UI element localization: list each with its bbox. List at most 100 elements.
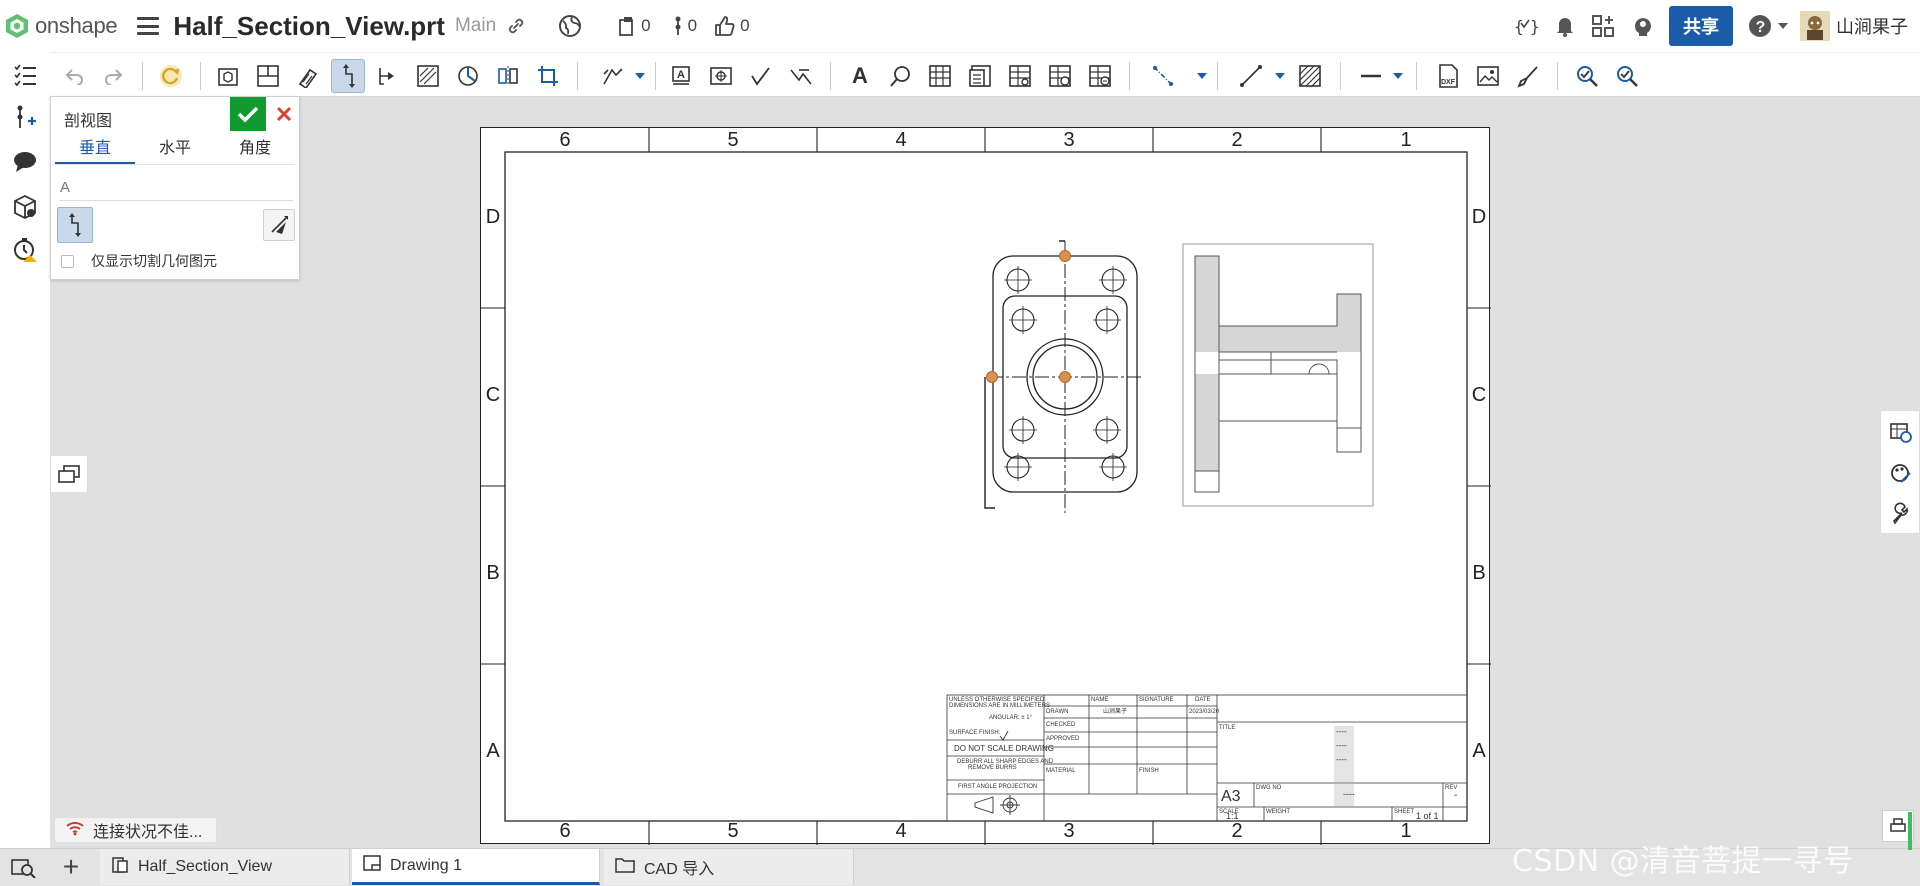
appearance-icon[interactable] [1887, 459, 1915, 487]
hole-table-icon[interactable] [1003, 59, 1037, 93]
tab-label: CAD 导入 [644, 861, 715, 878]
sketch-line-icon[interactable] [1234, 59, 1268, 93]
drawing-icon [362, 853, 382, 878]
menu-icon[interactable] [137, 17, 160, 35]
apps-icon[interactable] [1591, 14, 1615, 38]
checkbox-box[interactable] [61, 254, 74, 268]
feature-list-icon[interactable] [10, 60, 40, 90]
text-icon[interactable]: A [843, 59, 877, 93]
tab-cad-import[interactable]: CAD 导入 [604, 849, 854, 885]
dxf-export-icon[interactable]: DXF [1431, 59, 1465, 93]
inspection-icon[interactable] [1083, 59, 1117, 93]
zone-row-label: C [485, 384, 501, 406]
break-view-icon[interactable] [411, 59, 445, 93]
bom-icon[interactable] [963, 59, 997, 93]
branch-label[interactable]: Main [455, 15, 496, 37]
learning-center-icon[interactable] [1631, 14, 1655, 38]
tab-drawing[interactable]: Drawing 1 [352, 849, 600, 885]
link-icon[interactable] [506, 16, 526, 36]
tb-material: MATERIAL [1046, 768, 1076, 774]
projected-view-icon[interactable] [251, 59, 285, 93]
redo-icon[interactable] [96, 59, 130, 93]
avatar[interactable] [1800, 11, 1830, 41]
document-title[interactable]: Half_Section_View.prt [173, 11, 445, 42]
section-view-icon[interactable] [291, 59, 325, 93]
notifications-icon[interactable] [1555, 15, 1575, 37]
flip-direction-button[interactable] [263, 209, 295, 241]
cancel-button[interactable] [269, 97, 299, 131]
wrench-icon[interactable] [1887, 499, 1915, 527]
zone-col-label: 3 [1063, 129, 1075, 151]
callout-icon[interactable] [883, 59, 917, 93]
format-painter-icon[interactable] [1511, 59, 1545, 93]
branches-counter[interactable]: 0 [673, 15, 697, 37]
table-icon[interactable] [923, 59, 957, 93]
parts-icon[interactable] [10, 192, 40, 222]
tab-label: Drawing 1 [390, 856, 463, 874]
view-check-icon[interactable] [1571, 59, 1605, 93]
tb-projection: FIRST ANGLE PROJECTION [958, 784, 1038, 790]
insert-view-icon[interactable] [211, 59, 245, 93]
drawing-sheet[interactable]: 6 5 4 3 2 1 6 5 4 3 2 1 D C B A D C B A … [480, 127, 1491, 845]
half-section-view-icon[interactable] [331, 59, 365, 93]
left-rail [0, 52, 50, 886]
likes-counter[interactable]: 0 [713, 15, 750, 37]
user-name[interactable]: 山涧果子 [1836, 13, 1908, 39]
detail-view-icon[interactable] [371, 59, 405, 93]
view-properties-icon[interactable] [1887, 419, 1915, 447]
globe-icon[interactable] [558, 14, 582, 38]
broken-out-section-icon[interactable] [451, 59, 485, 93]
zone-row-label: D [1471, 206, 1487, 228]
versions-counter[interactable]: 0 [618, 15, 651, 37]
help-icon[interactable]: ? [1747, 13, 1773, 39]
checkbox-label: 仅显示切割几何图元 [91, 253, 217, 269]
tab-vertical[interactable]: 垂直 [55, 135, 135, 164]
part-studio-icon [110, 855, 130, 880]
onshape-logo[interactable]: onshape [4, 13, 118, 39]
poor-connection-icon [65, 820, 85, 841]
surface-finish-icon[interactable] [744, 59, 778, 93]
zone-row-label: A [1472, 740, 1486, 762]
dimension-icon[interactable] [596, 59, 630, 93]
variables-icon[interactable]: {} [1513, 15, 1539, 37]
add-property-icon[interactable] [10, 102, 40, 132]
revision-table-icon[interactable] [1043, 59, 1077, 93]
tab-manager-icon[interactable] [10, 856, 36, 883]
datum-icon[interactable] [704, 59, 738, 93]
tb-dwg-no: ---- [1343, 789, 1355, 799]
comments-icon[interactable] [10, 147, 40, 177]
share-button[interactable]: 共享 [1669, 6, 1733, 46]
update-icon[interactable] [154, 59, 188, 93]
performance-warning-icon[interactable] [10, 235, 40, 265]
tb-date-header: DATE [1195, 697, 1211, 703]
add-tab-button[interactable]: + [56, 849, 86, 885]
endpoint-handle [1059, 250, 1071, 262]
weld-icon[interactable] [784, 59, 818, 93]
auxiliary-view-icon[interactable] [491, 59, 525, 93]
tab-angle[interactable]: 角度 [215, 135, 295, 164]
watermark-text: CSDN @清音菩提一寻号 [1512, 844, 1854, 879]
undo-icon[interactable] [58, 59, 92, 93]
crop-view-icon[interactable] [531, 59, 565, 93]
help-caret-icon[interactable] [1778, 22, 1788, 30]
tb-note2: DIMENSIONS ARE IN MILLIMETERS [949, 703, 1051, 709]
check-icon [237, 106, 259, 123]
hatch-icon[interactable] [1293, 59, 1327, 93]
tab-horizontal[interactable]: 水平 [135, 135, 215, 164]
note-icon[interactable]: A [664, 59, 698, 93]
line-style-icon[interactable] [1354, 59, 1388, 93]
cut-geometry-checkbox[interactable]: 仅显示切割几何图元 [61, 251, 217, 271]
section-line-selection[interactable] [57, 207, 93, 243]
views-button[interactable] [50, 455, 88, 493]
svg-text:?: ? [1756, 19, 1766, 36]
centerline-icon[interactable] [1146, 59, 1180, 93]
connection-status[interactable]: 连接状况不佳... [54, 817, 217, 843]
branch-icon [675, 16, 681, 35]
thumbs-up-icon [715, 16, 735, 36]
section-name-field[interactable]: A [59, 175, 293, 201]
image-icon[interactable] [1471, 59, 1505, 93]
confirm-button[interactable] [230, 97, 266, 131]
view-uncheck-icon[interactable] [1611, 59, 1645, 93]
tab-part-studio[interactable]: Half_Section_View [100, 849, 350, 885]
dialog-title: 剖视图 [64, 113, 113, 130]
